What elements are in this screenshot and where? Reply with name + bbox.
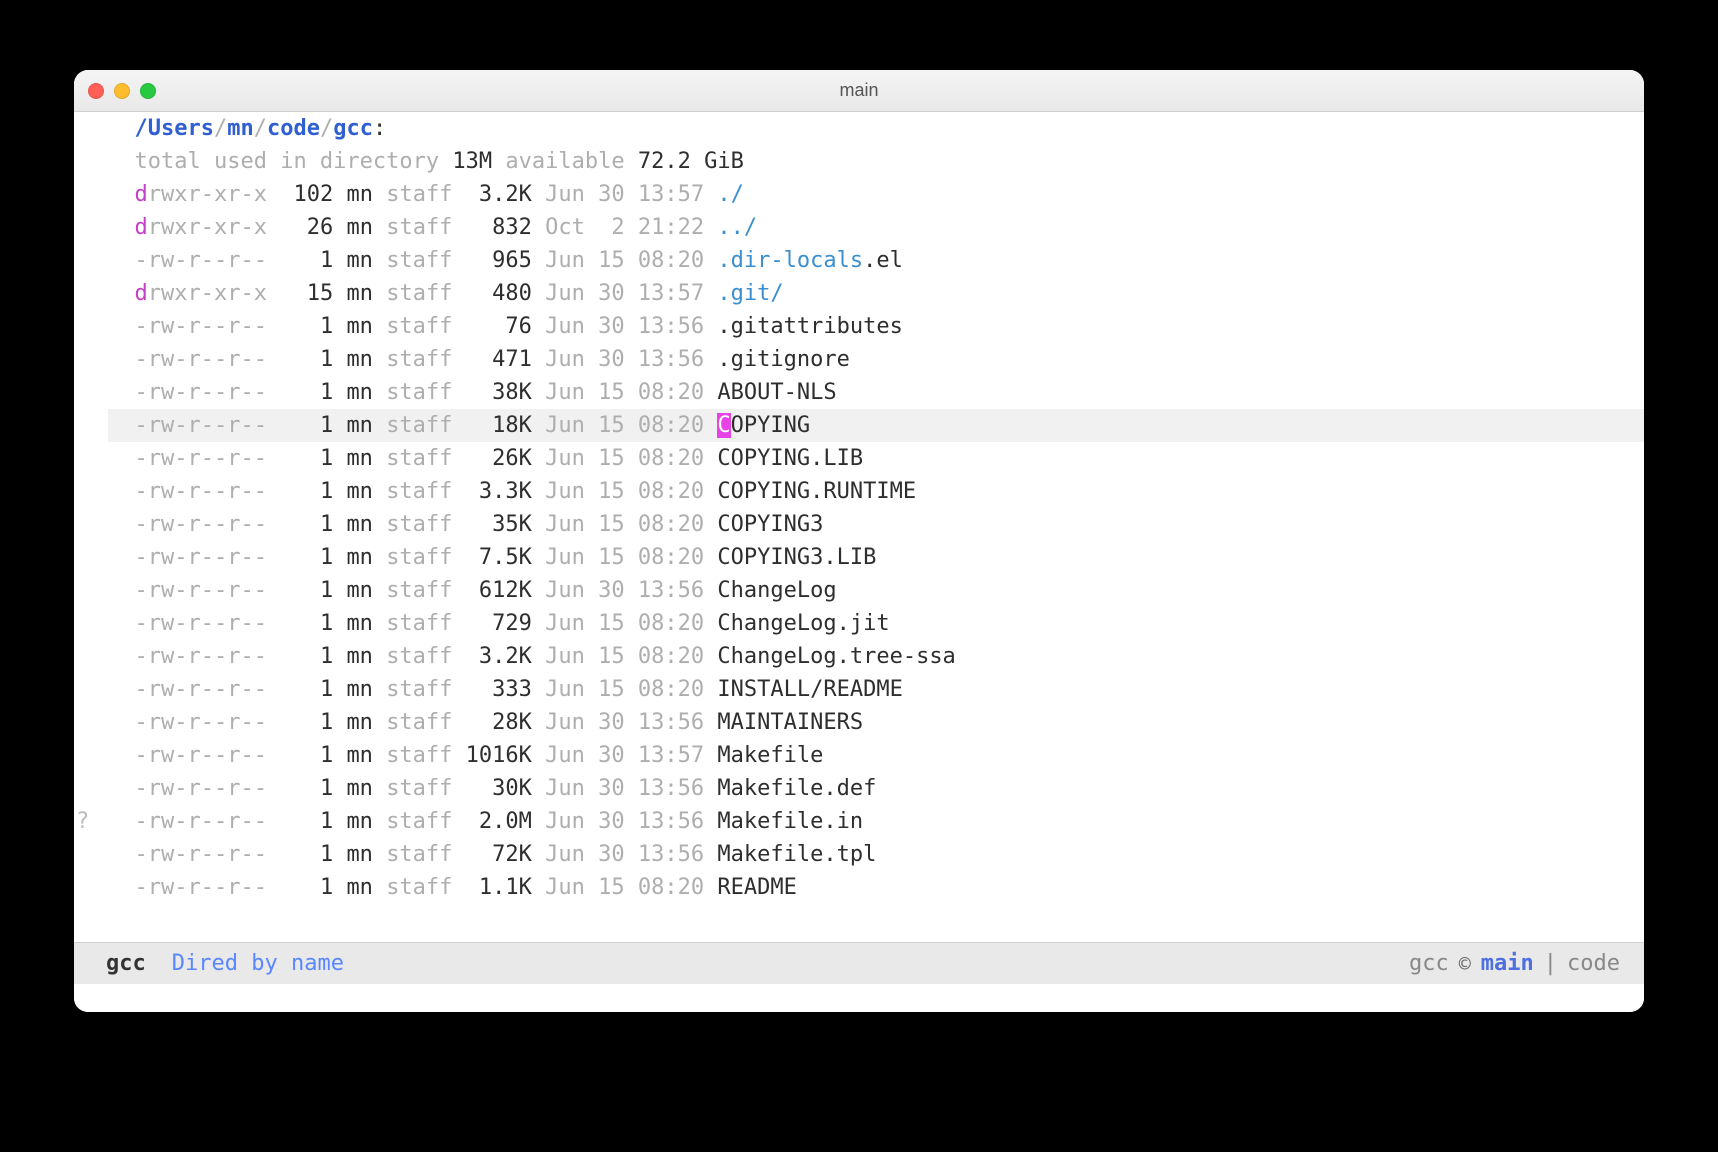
- dired-entry[interactable]: -rw-r--r-- 1 mn staff 72K Jun 30 13:56 M…: [108, 838, 1644, 871]
- dired-entry[interactable]: -rw-r--r-- 1 mn staff 28K Jun 30 13:56 M…: [108, 706, 1644, 739]
- dired-buffer[interactable]: ? /Users/mn/code/gcc: total used in dire…: [74, 112, 1644, 942]
- buffer-name: gcc: [106, 951, 146, 976]
- branch-icon: ©: [1459, 952, 1471, 976]
- dired-entry[interactable]: -rw-r--r-- 1 mn staff 30K Jun 30 13:56 M…: [108, 772, 1644, 805]
- dired-entry[interactable]: -rw-r--r-- 1 mn staff 7.5K Jun 15 08:20 …: [108, 541, 1644, 574]
- dired-path-header[interactable]: /Users/mn/code/gcc:: [108, 112, 1644, 145]
- close-icon[interactable]: [88, 83, 104, 99]
- window-title: main: [74, 80, 1644, 101]
- dired-entry[interactable]: drwxr-xr-x 15 mn staff 480 Jun 30 13:57 …: [108, 277, 1644, 310]
- zoom-icon[interactable]: [140, 83, 156, 99]
- dired-entry[interactable]: -rw-r--r-- 1 mn staff 333 Jun 15 08:20 I…: [108, 673, 1644, 706]
- vc-extra: code: [1567, 951, 1620, 976]
- dired-entry[interactable]: -rw-r--r-- 1 mn staff 729 Jun 15 08:20 C…: [108, 607, 1644, 640]
- dired-entry[interactable]: -rw-r--r-- 1 mn staff 1016K Jun 30 13:57…: [108, 739, 1644, 772]
- minimize-icon[interactable]: [114, 83, 130, 99]
- dired-entry[interactable]: -rw-r--r-- 1 mn staff 26K Jun 15 08:20 C…: [108, 442, 1644, 475]
- dired-entry[interactable]: -rw-r--r-- 1 mn staff 76 Jun 30 13:56 .g…: [108, 310, 1644, 343]
- app-window: main ? /Users/mn/code/gcc: total used in…: [74, 70, 1644, 1012]
- modeline: gcc Dired by name gcc © main | code: [74, 942, 1644, 984]
- dired-entry[interactable]: -rw-r--r-- 1 mn staff 38K Jun 15 08:20 A…: [108, 376, 1644, 409]
- dired-entry[interactable]: -rw-r--r-- 1 mn staff 3.2K Jun 15 08:20 …: [108, 640, 1644, 673]
- fringe-question-icon: ?: [76, 805, 89, 838]
- major-mode: Dired by name: [172, 951, 344, 976]
- dired-entry[interactable]: drwxr-xr-x 102 mn staff 3.2K Jun 30 13:5…: [108, 178, 1644, 211]
- dired-entry[interactable]: -rw-r--r-- 1 mn staff 471 Jun 30 13:56 .…: [108, 343, 1644, 376]
- dired-entry[interactable]: -rw-r--r-- 1 mn staff 612K Jun 30 13:56 …: [108, 574, 1644, 607]
- dired-entry[interactable]: -rw-r--r-- 1 mn staff 965 Jun 15 08:20 .…: [108, 244, 1644, 277]
- project-name: gcc: [1409, 951, 1449, 976]
- dired-entry[interactable]: -rw-r--r-- 1 mn staff 2.0M Jun 30 13:56 …: [108, 805, 1644, 838]
- dired-summary: total used in directory 13M available 72…: [108, 145, 1644, 178]
- branch-name: main: [1481, 951, 1534, 976]
- dired-entry[interactable]: -rw-r--r-- 1 mn staff 35K Jun 15 08:20 C…: [108, 508, 1644, 541]
- minibuffer[interactable]: [74, 984, 1644, 1012]
- separator: |: [1544, 951, 1557, 976]
- traffic-lights: [88, 83, 156, 99]
- dired-entry[interactable]: drwxr-xr-x 26 mn staff 832 Oct 2 21:22 .…: [108, 211, 1644, 244]
- titlebar[interactable]: main: [74, 70, 1644, 112]
- dired-entry[interactable]: -rw-r--r-- 1 mn staff 1.1K Jun 15 08:20 …: [108, 871, 1644, 904]
- fringe: ?: [74, 112, 98, 942]
- dired-entry[interactable]: -rw-r--r-- 1 mn staff 18K Jun 15 08:20 C…: [108, 409, 1644, 442]
- cursor: C: [717, 413, 730, 438]
- vc-status: gcc © main | code: [1409, 951, 1620, 976]
- dired-entry[interactable]: -rw-r--r-- 1 mn staff 3.3K Jun 15 08:20 …: [108, 475, 1644, 508]
